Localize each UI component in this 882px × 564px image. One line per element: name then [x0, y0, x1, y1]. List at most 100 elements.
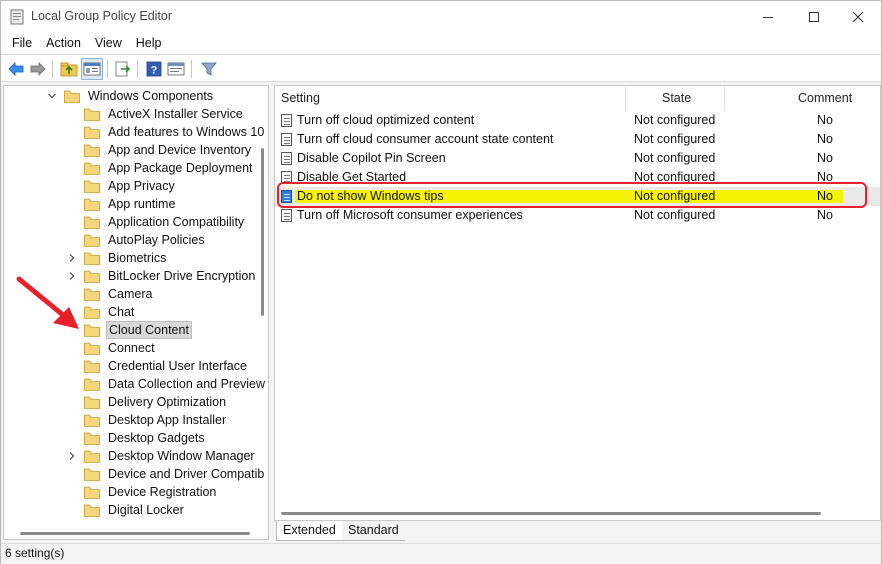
export-list-button[interactable] [112, 58, 134, 80]
up-folder-icon [60, 62, 78, 77]
column-divider[interactable] [724, 86, 725, 111]
tree-item[interactable]: AutoPlay Policies [68, 231, 207, 249]
tree-item-label: App and Device Inventory [108, 143, 252, 157]
tree-item[interactable]: Cloud Content [68, 321, 192, 339]
forward-button[interactable] [27, 58, 49, 80]
column-divider[interactable] [625, 86, 626, 111]
tree-item[interactable]: App runtime [68, 195, 177, 213]
forward-arrow-icon [30, 62, 46, 76]
state-cell: Not configured [634, 113, 716, 127]
maximize-button[interactable] [791, 1, 837, 32]
view-tabs: Extended Standard [274, 521, 881, 541]
status-bar: 6 setting(s) [1, 543, 881, 564]
close-button[interactable] [835, 1, 881, 32]
toolbar: ? [1, 54, 881, 82]
column-header-setting[interactable]: Setting [281, 86, 320, 111]
tree-item-label: Chat [108, 305, 135, 319]
red-arrow-annotation [16, 276, 79, 329]
comment-cell: No [817, 151, 833, 165]
tree-item[interactable]: Desktop App Installer [68, 411, 228, 429]
tree-item[interactable]: Add features to Windows 10 [68, 123, 266, 141]
title-bar[interactable]: Local Group Policy Editor [1, 1, 881, 32]
folder-icon [84, 432, 100, 445]
tree-item[interactable]: ActiveX Installer Service [68, 105, 245, 123]
policy-setting-icon [281, 152, 292, 165]
tree-item[interactable]: Connect [68, 339, 157, 357]
tree-item-label: Digital Locker [108, 503, 184, 517]
tree-item[interactable]: Biometrics [68, 249, 168, 267]
tab-extended[interactable]: Extended [276, 521, 343, 541]
group-policy-editor-window: Local Group Policy Editor File Action Vi… [0, 0, 882, 564]
chevron-down-icon[interactable] [47, 91, 57, 101]
chevron-right-icon[interactable] [67, 253, 77, 263]
help-button[interactable]: ? [143, 58, 165, 80]
setting-cell: Turn off cloud optimized content [297, 113, 475, 127]
folder-icon [84, 198, 100, 211]
properties-button[interactable] [165, 58, 187, 80]
folder-icon [84, 162, 100, 175]
state-cell: Not configured [634, 132, 716, 146]
filter-button[interactable] [198, 58, 220, 80]
tree-vertical-scrollbar[interactable] [261, 148, 264, 316]
tree-item[interactable]: Desktop Gadgets [68, 429, 207, 447]
tree-item-label: Desktop Gadgets [108, 431, 205, 445]
toolbar-separator [107, 60, 108, 78]
menu-help[interactable]: Help [129, 32, 169, 54]
menu-action[interactable]: Action [39, 32, 88, 54]
folder-icon [84, 360, 100, 373]
table-row[interactable]: Turn off cloud consumer account state co… [275, 130, 880, 149]
tree-item[interactable]: Credential User Interface [68, 357, 249, 375]
menu-file[interactable]: File [5, 32, 39, 54]
chevron-right-icon[interactable] [67, 451, 77, 461]
back-button[interactable] [5, 58, 27, 80]
up-one-level-button[interactable] [58, 58, 80, 80]
tree-item-label: App Package Deployment [108, 161, 253, 175]
tree-item[interactable]: App and Device Inventory [68, 141, 253, 159]
table-row[interactable]: Disable Copilot Pin Screen Not configured… [275, 149, 880, 168]
toolbar-separator [137, 60, 138, 78]
setting-cell: Turn off cloud consumer account state co… [297, 132, 554, 146]
tree-item[interactable]: Desktop Window Manager [68, 447, 257, 465]
tree-item[interactable]: Delivery Optimization [68, 393, 228, 411]
svg-text:?: ? [151, 65, 158, 77]
properties-icon [167, 62, 185, 76]
tab-standard[interactable]: Standard [342, 521, 405, 541]
folder-icon [84, 234, 100, 247]
back-arrow-icon [8, 62, 24, 76]
tree-item[interactable]: App Privacy [68, 177, 177, 195]
policy-setting-icon [281, 133, 292, 146]
tree-item[interactable]: Device Registration [68, 483, 218, 501]
tree-item[interactable]: Application Compatibility [68, 213, 246, 231]
folder-icon [84, 306, 100, 319]
minimize-button[interactable] [745, 1, 791, 32]
comment-cell: No [817, 113, 833, 127]
tree-item[interactable]: App Package Deployment [68, 159, 255, 177]
highlight-ring-annotation [277, 182, 867, 208]
tree-item[interactable]: Data Collection and Preview [68, 375, 267, 393]
tree-item-label: Credential User Interface [108, 359, 247, 373]
show-hide-tree-icon [83, 62, 101, 76]
table-row[interactable]: Turn off Microsoft consumer experiences N… [275, 206, 880, 225]
menu-view[interactable]: View [88, 32, 129, 54]
tree-item[interactable]: Device and Driver Compatib [68, 465, 266, 483]
tree-item-label: Data Collection and Preview [108, 377, 266, 391]
table-row[interactable]: Turn off cloud optimized content Not conf… [275, 111, 880, 130]
column-header-comment[interactable]: Comment [798, 86, 852, 111]
filter-icon [201, 62, 217, 76]
tree-item-windows-components[interactable]: Windows Components [48, 87, 215, 105]
show-hide-tree-button[interactable] [81, 58, 103, 80]
tree-item-label: Cloud Content [106, 321, 192, 339]
folder-icon [84, 252, 100, 265]
tree-item[interactable]: Digital Locker [68, 501, 186, 519]
close-icon [852, 11, 864, 22]
tree-horizontal-scrollbar[interactable] [20, 532, 250, 535]
column-header-state[interactable]: State [662, 86, 691, 111]
setting-cell: Disable Copilot Pin Screen [297, 151, 446, 165]
list-horizontal-scrollbar[interactable] [281, 512, 821, 515]
folder-icon [84, 450, 100, 463]
help-icon: ? [146, 61, 162, 77]
settings-list-pane[interactable]: Setting State Comment Turn off cloud opt… [274, 85, 881, 521]
tree-item[interactable]: BitLocker Drive Encryption [68, 267, 257, 285]
tree-item-label: AutoPlay Policies [108, 233, 205, 247]
tree-item-label: App Privacy [108, 179, 175, 193]
